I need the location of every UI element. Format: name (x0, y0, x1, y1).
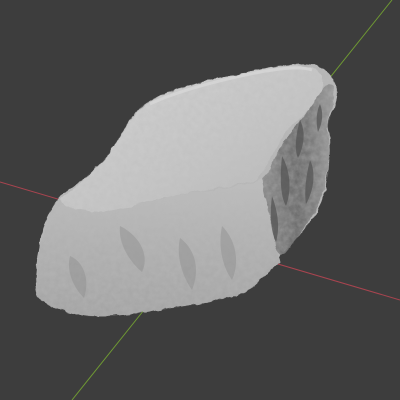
rock-mesh[interactable] (35, 64, 337, 317)
viewport-canvas[interactable] (0, 0, 400, 400)
3d-viewport[interactable] (0, 0, 400, 400)
